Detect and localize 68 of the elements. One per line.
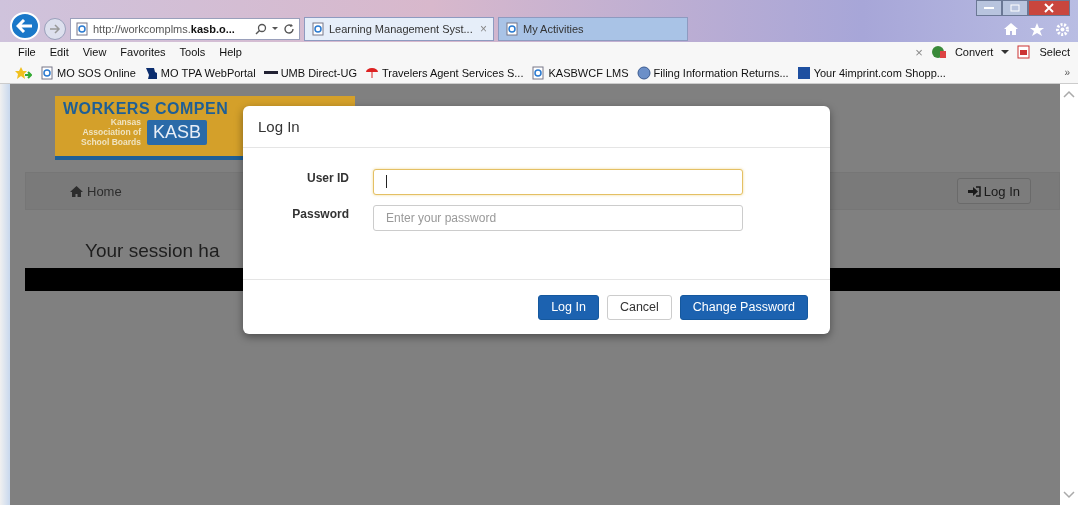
browser-tab[interactable]: Learning Management Syst... × [304, 17, 494, 41]
menu-item[interactable]: File [18, 46, 36, 58]
settings-icon[interactable] [1055, 21, 1070, 37]
page-icon [505, 22, 519, 36]
field-label: User ID [305, 170, 349, 185]
favorite-link[interactable]: Filing Information Returns... [636, 65, 789, 80]
more-button[interactable]: » [1064, 67, 1070, 78]
logo-org-name: Kansas Association of School Boards [80, 118, 141, 148]
dropdown-icon[interactable] [1001, 49, 1010, 55]
forward-button[interactable] [44, 18, 66, 40]
state-shape-icon [143, 65, 158, 80]
globe-icon [930, 45, 947, 59]
favorite-link[interactable]: Your 4imprint.com Shopp... [796, 65, 946, 80]
favorite-link[interactable]: MO SOS Online [40, 65, 136, 80]
globe-icon [636, 65, 651, 80]
page-icon [311, 22, 325, 36]
back-arrow-icon [16, 19, 34, 33]
dialog-button[interactable]: Change Password [679, 294, 808, 320]
favorite-link[interactable]: MO TPA WebPortal [143, 65, 256, 80]
favorite-link[interactable]: KASBWCF LMS [531, 65, 629, 80]
back-button[interactable] [10, 12, 40, 40]
menu-item[interactable]: Favorites [120, 46, 166, 58]
logo-badge: KASB [147, 120, 208, 146]
dialog-button[interactable]: Cancel [606, 294, 672, 320]
maximize-button[interactable] [1002, 0, 1028, 16]
home-icon[interactable] [1003, 22, 1019, 36]
bar-icon [263, 71, 278, 74]
scroll-up-icon[interactable] [1063, 90, 1075, 98]
page-icon [531, 65, 546, 80]
browser-tab[interactable]: My Activities [498, 17, 688, 41]
sign-in-icon [967, 185, 981, 197]
field-label: Password [291, 206, 349, 221]
address-text: http://workcomplms.kasb.o... [93, 23, 235, 35]
session-message: Your session ha [85, 240, 221, 262]
document-icon [1017, 45, 1032, 59]
input-field[interactable]: Enter your password [373, 205, 743, 231]
address-bar[interactable]: http://workcomplms.kasb.o... [70, 18, 300, 40]
menu-item[interactable]: Help [219, 46, 242, 58]
home-icon [70, 185, 83, 197]
favorite-link[interactable]: UMB Direct-UG [263, 66, 357, 79]
favorite-link[interactable]: Travelers Agent Services S... [365, 65, 524, 80]
search-icon[interactable] [255, 23, 267, 35]
forward-arrow-icon [49, 24, 61, 34]
menu-item[interactable]: View [82, 46, 107, 58]
convert-button[interactable]: Convert [954, 46, 994, 58]
login-button[interactable]: Log In [956, 178, 1031, 204]
square-icon [796, 65, 811, 80]
input-field[interactable] [373, 169, 743, 195]
dialog-title: Log In [258, 118, 300, 135]
dropdown-icon[interactable] [271, 26, 279, 32]
scroll-down-icon[interactable] [1063, 491, 1075, 499]
select-button[interactable]: Select [1039, 46, 1070, 58]
umbrella-icon [365, 65, 379, 80]
star-icon[interactable] [1029, 21, 1045, 37]
refresh-icon[interactable] [283, 23, 295, 35]
logo-title: WORKERS COMPEN [63, 100, 230, 118]
menu-item[interactable]: Edit [49, 46, 69, 58]
dialog-button[interactable]: Log In [538, 294, 599, 320]
minimize-icon [984, 6, 994, 10]
close-toolbar-button[interactable]: × [915, 44, 923, 60]
minimize-button[interactable] [976, 0, 1002, 16]
page-icon [40, 65, 54, 80]
maximize-icon [1010, 4, 1020, 12]
favorites-star-icon[interactable] [14, 65, 32, 80]
menu-item[interactable]: Tools [179, 46, 206, 58]
page-icon [75, 22, 89, 36]
close-button[interactable] [1028, 0, 1070, 16]
close-icon [1044, 3, 1054, 13]
